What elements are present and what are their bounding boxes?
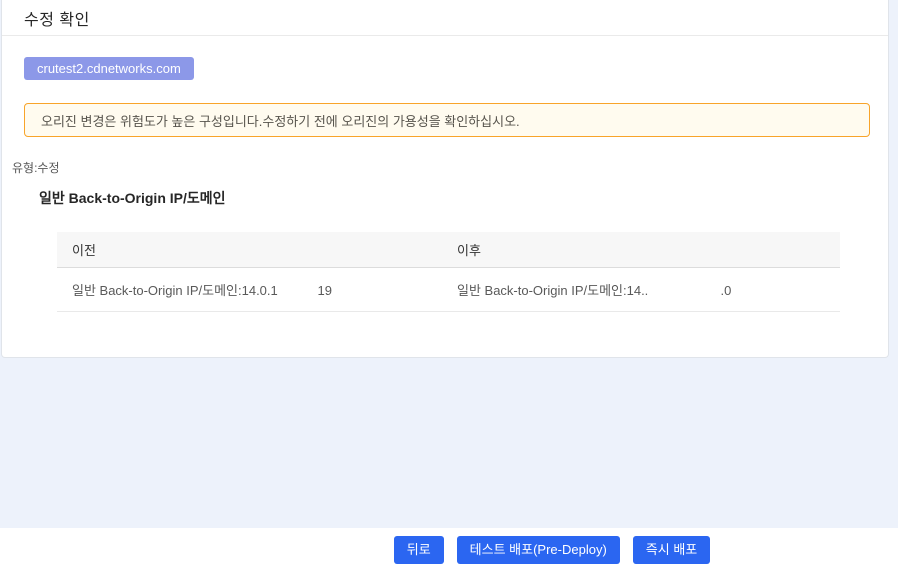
section-title-back-to-origin: 일반 Back-to-Origin IP/도메인	[39, 190, 226, 206]
footer-buttons: 뒤로 테스트 배포(Pre-Deploy) 즉시 배포	[103, 528, 898, 564]
domain-chip: crutest2.cdnetworks.com	[24, 57, 194, 80]
modification-confirm-card: 수정 확인 crutest2.cdnetworks.com 오리진 변경은 위험…	[1, 0, 889, 358]
footer-action-bar: 뒤로 테스트 배포(Pre-Deploy) 즉시 배포	[0, 528, 898, 566]
pre-deploy-button[interactable]: 테스트 배포(Pre-Deploy)	[456, 536, 620, 564]
before-value: 일반 Back-to-Origin IP/도메인:14.0.1 19	[72, 282, 332, 298]
column-header-before: 이전	[57, 232, 442, 268]
before-value-cell: 일반 Back-to-Origin IP/도메인:14.0.1 19	[57, 267, 442, 312]
card-header: 수정 확인	[2, 0, 888, 36]
after-value-cell: 일반 Back-to-Origin IP/도메인:14.. .0	[442, 267, 840, 312]
origin-risk-warning: 오리진 변경은 위험도가 높은 구성입니다.수정하기 전에 오리진의 가용성을 …	[24, 103, 870, 137]
change-type-label: 유형:수정	[12, 161, 60, 175]
after-value: 일반 Back-to-Origin IP/도메인:14.. .0	[457, 282, 732, 298]
diff-table: 이전 이후 일반 Back-to-Origin IP/도메인:14.0.1 19…	[57, 232, 840, 312]
column-header-after: 이후	[442, 232, 840, 268]
back-button[interactable]: 뒤로	[393, 536, 444, 564]
diff-table-header-row: 이전 이후	[57, 232, 840, 268]
warning-message: 오리진 변경은 위험도가 높은 구성입니다.수정하기 전에 오리진의 가용성을 …	[41, 113, 520, 129]
page-title: 수정 확인	[24, 11, 90, 29]
deploy-now-button[interactable]: 즉시 배포	[632, 536, 711, 564]
table-row: 일반 Back-to-Origin IP/도메인:14.0.1 19 일반 Ba…	[57, 267, 840, 312]
